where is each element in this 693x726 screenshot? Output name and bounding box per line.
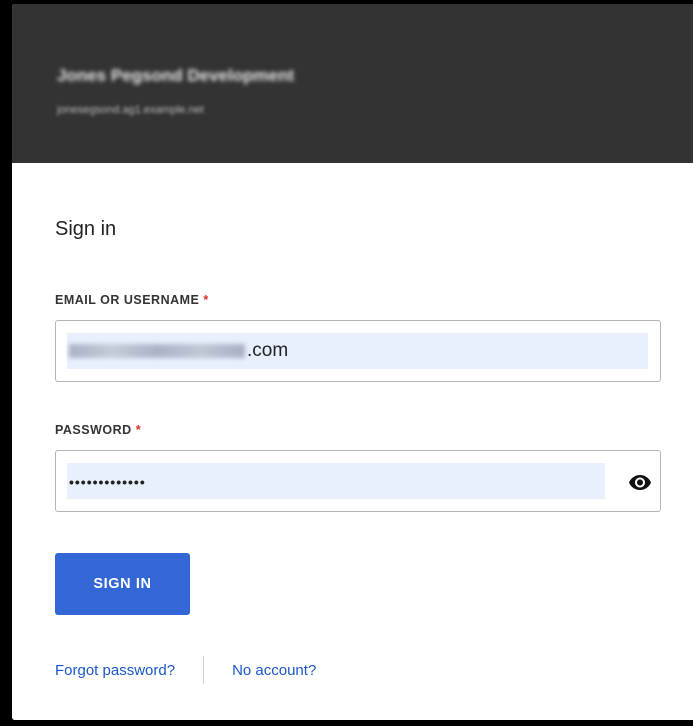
no-account-link[interactable]: No account? (232, 662, 316, 679)
form-title: Sign in (55, 218, 117, 240)
org-subtitle: jonesegsond.ag1.example.net (57, 104, 204, 116)
email-input[interactable]: .com (67, 333, 648, 369)
email-redacted-text (69, 344, 245, 358)
login-window: Jones Pegsond Development jonesegsond.ag… (12, 4, 693, 720)
password-masked-value: ••••••••••••• (69, 474, 146, 490)
forgot-password-link[interactable]: Forgot password? (55, 662, 175, 679)
sign-in-button[interactable]: SIGN IN (55, 553, 190, 615)
show-password-button[interactable] (628, 470, 652, 494)
password-label: PASSWORD * (55, 423, 141, 437)
password-required-marker: * (135, 423, 142, 437)
email-field[interactable]: .com (55, 320, 661, 382)
sign-in-form: Sign in EMAIL OR USERNAME * .com PASSWORD… (12, 163, 693, 720)
email-value-suffix: .com (247, 340, 289, 361)
links-divider (203, 656, 205, 684)
email-required-marker: * (203, 293, 209, 307)
org-header: Jones Pegsond Development jonesegsond.ag… (12, 4, 693, 163)
auth-links: Forgot password? No account? (55, 656, 316, 684)
email-label: EMAIL OR USERNAME * (55, 293, 209, 307)
password-field[interactable]: ••••••••••••• (55, 450, 661, 512)
password-input[interactable]: ••••••••••••• (67, 463, 605, 499)
org-name: Jones Pegsond Development (57, 66, 295, 85)
eye-icon (629, 475, 651, 490)
email-label-text: EMAIL OR USERNAME (55, 293, 200, 307)
password-label-text: PASSWORD (55, 423, 132, 437)
